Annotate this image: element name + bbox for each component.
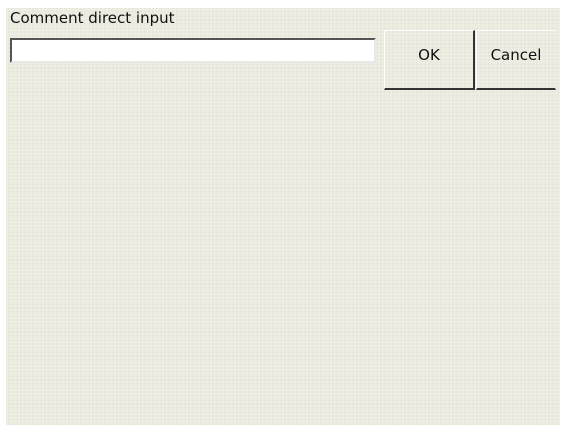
comment-dialog: Comment direct input OK Cancel xyxy=(6,8,560,425)
cancel-button[interactable]: Cancel xyxy=(476,30,556,90)
dialog-title: Comment direct input xyxy=(10,9,175,27)
ok-button-label: OK xyxy=(418,46,440,64)
ok-button[interactable]: OK xyxy=(384,30,475,90)
comment-input[interactable] xyxy=(10,38,376,63)
cancel-button-label: Cancel xyxy=(490,46,542,64)
